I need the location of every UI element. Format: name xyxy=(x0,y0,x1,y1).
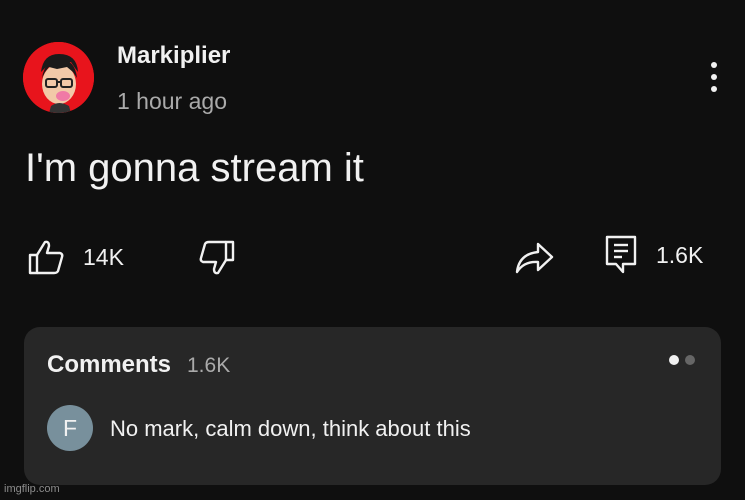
comment-icon xyxy=(605,235,637,274)
comment-count: 1.6K xyxy=(656,241,704,268)
carousel-dot-active xyxy=(669,355,679,365)
commenter-avatar[interactable]: F xyxy=(47,405,93,451)
thumbs-up-icon xyxy=(28,240,64,275)
comments-count: 1.6K xyxy=(187,354,231,377)
watermark: imgflip.com xyxy=(4,483,60,495)
top-comment-text: No mark, calm down, think about this xyxy=(110,416,471,441)
avatar-image xyxy=(23,42,94,113)
like-count: 14K xyxy=(83,243,124,270)
thumbs-down-icon xyxy=(199,240,235,275)
channel-name[interactable]: Markiplier xyxy=(117,42,230,70)
comment-button[interactable]: 1.6K xyxy=(604,234,703,276)
like-button[interactable]: 14K xyxy=(27,238,124,276)
carousel-indicator xyxy=(669,355,695,365)
share-arrow-icon xyxy=(515,242,554,274)
dislike-button[interactable] xyxy=(198,239,236,277)
comments-panel[interactable]: Comments 1.6K F No mark, calm down, thin… xyxy=(24,327,721,485)
post-text: I'm gonna stream it xyxy=(25,146,364,190)
more-vert-icon[interactable] xyxy=(706,62,722,96)
comments-title: Comments xyxy=(47,351,172,378)
carousel-dot xyxy=(685,355,695,365)
channel-avatar[interactable] xyxy=(23,42,94,113)
share-button[interactable] xyxy=(514,239,554,275)
post-time: 1 hour ago xyxy=(117,88,227,114)
